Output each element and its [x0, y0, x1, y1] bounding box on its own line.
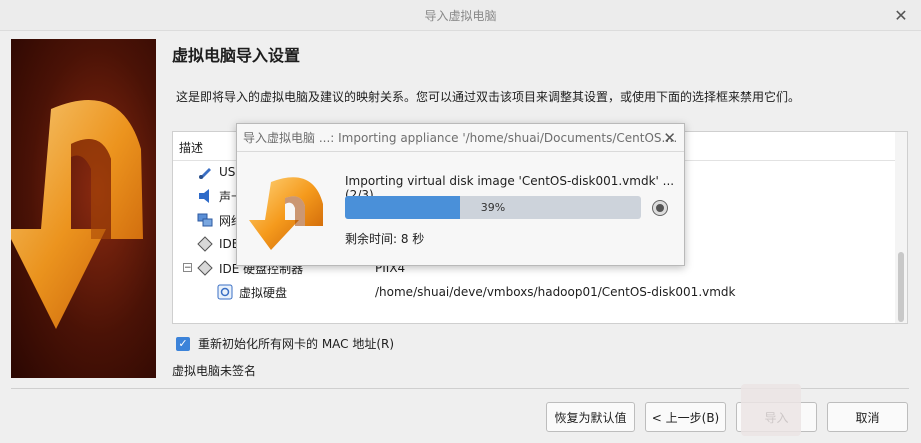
tree-row-label: 虚拟硬盘 — [239, 285, 288, 300]
tree-row-ide[interactable]: IDE — [197, 232, 239, 256]
import-progress-dialog: 导入虚拟电脑 ...: Importing appliance '/home/s… — [236, 123, 685, 266]
controller-icon — [197, 236, 213, 252]
back-button[interactable]: < 上一步(B) — [645, 402, 726, 432]
time-remaining: 剩余时间: 8 秒 — [345, 232, 425, 246]
network-icon — [197, 212, 213, 228]
page-title: 虚拟电脑导入设置 — [172, 46, 301, 65]
progress-bar: 39% — [345, 196, 641, 219]
window-titlebar: 导入虚拟电脑 ✕ — [0, 0, 921, 31]
window-title: 导入虚拟电脑 — [424, 8, 497, 23]
controller-icon — [197, 260, 213, 276]
vertical-scrollbar[interactable] — [895, 132, 907, 323]
tree-row-value: /home/shuai/deve/vmboxs/hadoop01/CentOS-… — [375, 285, 736, 299]
close-icon[interactable]: ✕ — [891, 5, 911, 25]
cancel-button[interactable]: 取消 — [827, 402, 908, 432]
reinit-mac-checkbox[interactable]: ✓ — [176, 336, 190, 351]
restore-defaults-button[interactable]: 恢复为默认值 — [546, 402, 635, 432]
hard-disk-icon — [217, 284, 233, 300]
reinit-mac-label: 重新初始化所有网卡的 MAC 地址(R) — [198, 337, 395, 351]
page-description: 这是即将导入的虚拟电脑及建议的映射关系。您可以通过双击该项目来调整其设置，或使用… — [176, 90, 801, 104]
usb-icon — [197, 164, 213, 180]
sound-card-icon — [197, 188, 213, 204]
cancel-operation-icon[interactable] — [653, 201, 667, 215]
close-icon[interactable]: ✕ — [663, 129, 676, 147]
import-arrow-icon — [247, 164, 331, 254]
tree-row-virtual-disk[interactable]: 虚拟硬盘 — [217, 280, 287, 304]
reinit-mac-option[interactable]: ✓ 重新初始化所有网卡的 MAC 地址(R) — [176, 335, 394, 352]
progress-percent: 39% — [480, 201, 506, 214]
progress-dialog-title: 导入虚拟电脑 ...: Importing appliance '/home/s… — [237, 124, 684, 152]
column-description: 描述 — [179, 141, 204, 155]
signature-status: 虚拟电脑未签名 — [172, 364, 257, 378]
wizard-banner-image — [11, 39, 156, 378]
collapse-icon[interactable]: − — [183, 263, 192, 273]
scrollbar-thumb[interactable] — [898, 252, 904, 322]
progress-title-text: 导入虚拟电脑 ...: Importing appliance '/home/s… — [243, 131, 678, 145]
overlay-watermark — [741, 384, 801, 436]
